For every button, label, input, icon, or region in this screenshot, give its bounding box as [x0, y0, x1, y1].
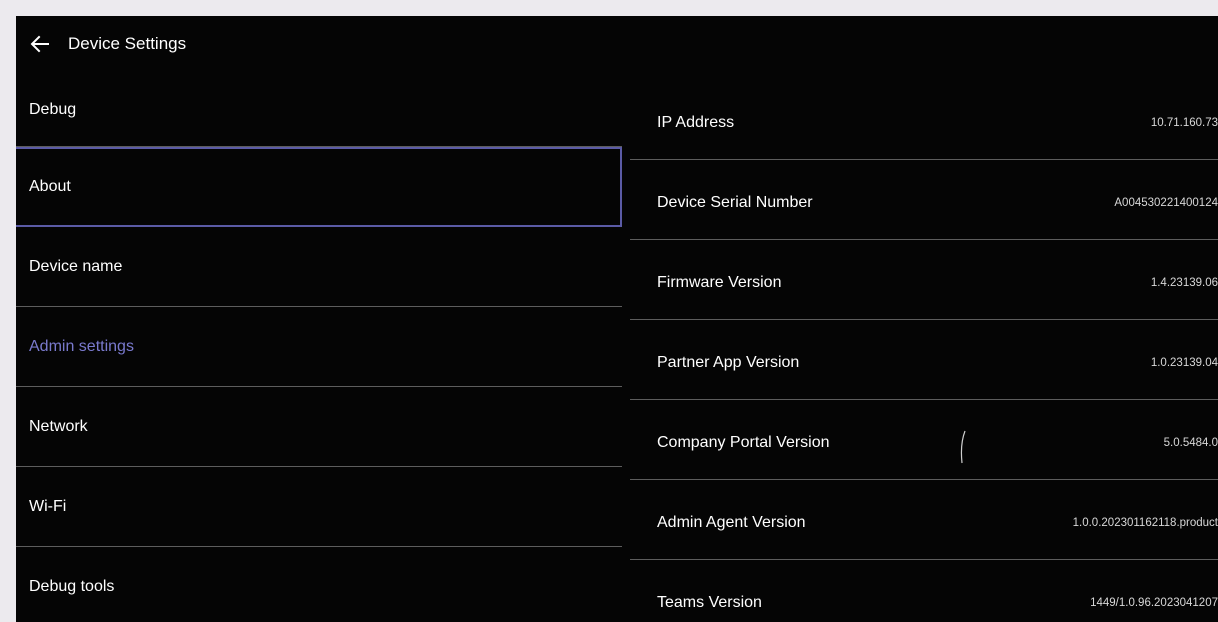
info-key: Device Serial Number	[657, 194, 813, 211]
about-details: IP Address 10.71.160.73 Device Serial Nu…	[630, 80, 1218, 622]
page-title: Device Settings	[68, 34, 187, 53]
info-key: IP Address	[657, 114, 735, 131]
menu-item-label: Debug tools	[29, 578, 115, 595]
info-row-partner-app-version: Partner App Version 1.0.23139.04	[630, 320, 1218, 400]
info-row-serial-number: Device Serial Number A004530221400124	[630, 160, 1218, 240]
info-value: 5.0.5484.0	[1163, 437, 1218, 449]
info-row-firmware-version: Firmware Version 1.4.23139.06	[630, 240, 1218, 320]
menu-item-about[interactable]: About	[16, 147, 622, 227]
menu-item-label: About	[29, 178, 71, 195]
stray-pen-mark	[960, 430, 966, 464]
menu-item-debug-tools[interactable]: Debug tools	[16, 547, 622, 622]
info-value: 1.0.0.202301162118.product	[1072, 517, 1218, 529]
info-key: Firmware Version	[657, 274, 782, 291]
info-value: 1.4.23139.06	[1150, 277, 1218, 289]
info-row-teams-version: Teams Version 1449/1.0.96.2023041207	[630, 560, 1218, 622]
info-row-admin-agent-version: Admin Agent Version 1.0.0.202301162118.p…	[630, 480, 1218, 560]
info-row-company-portal-version: Company Portal Version 5.0.5484.0	[630, 400, 1218, 480]
menu-item-debug[interactable]: Debug	[16, 68, 622, 147]
info-key: Partner App Version	[657, 354, 800, 371]
arrow-left-icon[interactable]	[30, 34, 50, 54]
device-settings-screen: Device Settings Debug About Device name …	[16, 16, 1218, 622]
info-value: 10.71.160.73	[1150, 117, 1218, 129]
menu-item-label: Wi-Fi	[29, 498, 67, 515]
menu-item-label: Debug	[29, 101, 77, 118]
menu-item-wifi[interactable]: Wi-Fi	[16, 467, 622, 547]
info-value: 1.0.23139.04	[1150, 357, 1218, 369]
info-row-ip-address: IP Address 10.71.160.73	[630, 80, 1218, 160]
menu-item-network[interactable]: Network	[16, 387, 622, 467]
header: Device Settings	[16, 16, 186, 72]
settings-menu: Debug About Device name Admin settings N…	[16, 68, 622, 622]
menu-item-label: Admin settings	[29, 338, 134, 355]
info-value: 1449/1.0.96.2023041207	[1090, 597, 1218, 609]
menu-item-admin-settings[interactable]: Admin settings	[16, 307, 622, 387]
info-key: Company Portal Version	[657, 434, 830, 451]
info-value: A004530221400124	[1114, 197, 1218, 209]
menu-item-label: Network	[29, 418, 88, 435]
info-key: Teams Version	[657, 594, 762, 611]
info-key: Admin Agent Version	[657, 514, 806, 531]
menu-item-label: Device name	[29, 258, 123, 275]
menu-item-device-name[interactable]: Device name	[16, 227, 622, 307]
